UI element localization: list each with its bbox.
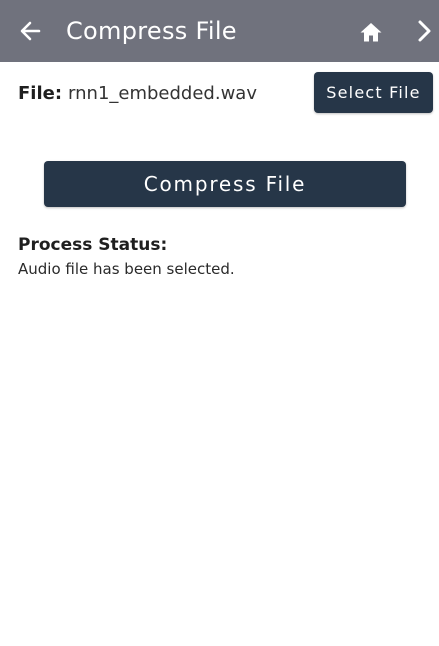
page-title: Compress File — [66, 17, 237, 45]
back-button[interactable] — [16, 17, 44, 45]
process-status-text: Audio file has been selected. — [18, 260, 235, 278]
file-name: rnn1_embedded.wav — [68, 83, 257, 104]
next-button[interactable] — [411, 17, 437, 45]
home-icon — [360, 23, 382, 42]
arrow-left-icon — [20, 21, 41, 41]
home-button[interactable] — [358, 19, 384, 45]
app-bar: Compress File — [0, 0, 439, 62]
compress-file-button[interactable]: Compress File — [44, 161, 406, 207]
process-status-label: Process Status: — [18, 235, 168, 255]
chevron-right-icon — [418, 20, 431, 42]
select-file-button[interactable]: Select File — [314, 72, 433, 113]
file-label: File: — [18, 83, 63, 104]
file-info: File: rnn1_embedded.wav — [18, 82, 257, 106]
